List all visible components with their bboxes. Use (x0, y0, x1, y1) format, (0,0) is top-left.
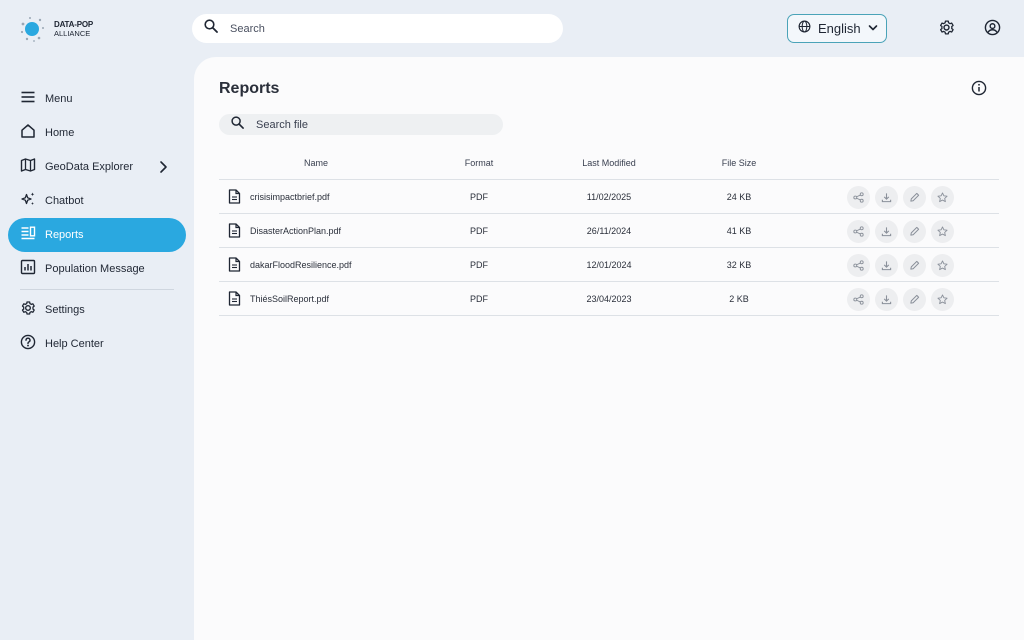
home-icon (20, 123, 36, 144)
sidebar-item-geodata-explorer[interactable]: GeoData Explorer (8, 150, 186, 184)
column-header-name[interactable]: Name (304, 158, 328, 168)
star-icon[interactable] (931, 186, 954, 209)
row-actions (847, 288, 954, 311)
share-icon[interactable] (847, 254, 870, 277)
file-size: 2 KB (729, 294, 749, 304)
file-name[interactable]: crisisimpactbrief.pdf (250, 192, 330, 202)
gear-icon[interactable] (936, 17, 956, 37)
star-icon[interactable] (931, 220, 954, 243)
logo[interactable]: DATA-POP ALLIANCE (18, 14, 93, 44)
sparkle-icon (20, 191, 36, 212)
file-search-input[interactable]: Search file (219, 114, 503, 135)
download-icon[interactable] (875, 288, 898, 311)
sidebar-item-label: Home (45, 127, 75, 139)
file-last-modified: 11/02/2025 (586, 192, 632, 202)
chevron-down-icon (868, 20, 878, 38)
column-header-last-modified[interactable]: Last Modified (582, 158, 636, 168)
user-icon[interactable] (982, 17, 1002, 37)
file-size: 24 KB (726, 192, 752, 202)
file-name[interactable]: DisasterActionPlan.pdf (250, 226, 341, 236)
file-format: PDF (470, 226, 488, 236)
globe-icon (798, 20, 811, 38)
global-search-input[interactable]: Search (192, 14, 563, 43)
file-icon (228, 223, 241, 243)
table-header: Name Format Last Modified File Size (219, 151, 999, 180)
hamburger-icon (20, 89, 36, 110)
file-last-modified: 26/11/2024 (586, 226, 632, 236)
share-icon[interactable] (847, 288, 870, 311)
share-icon[interactable] (847, 186, 870, 209)
sidebar-item-label: Population Message (45, 263, 145, 275)
sidebar-item-label: Reports (45, 229, 84, 241)
logo-line1: DATA-POP (54, 20, 93, 29)
logo-mark-icon (18, 14, 48, 44)
search-icon (231, 115, 244, 134)
file-name[interactable]: ThiésSoilReport.pdf (250, 294, 329, 304)
file-size: 32 KB (726, 260, 752, 270)
file-icon (228, 189, 241, 209)
sidebar-item-menu[interactable]: Menu (8, 82, 186, 116)
map-icon (20, 157, 36, 178)
language-label: English (818, 21, 861, 36)
gear-icon (20, 300, 36, 321)
sidebar: Menu Home GeoData Explorer Chatbot Repor… (8, 82, 186, 361)
table-row[interactable]: ThiésSoilReport.pdf PDF 23/04/2023 2 KB (219, 282, 999, 316)
edit-icon[interactable] (903, 254, 926, 277)
main-panel: Reports Search file Name Format Last Mod… (194, 57, 1024, 640)
edit-icon[interactable] (903, 186, 926, 209)
logo-line2: ALLIANCE (54, 29, 91, 38)
reports-table: Name Format Last Modified File Size cris… (219, 151, 999, 316)
file-icon (228, 257, 241, 277)
file-format: PDF (470, 192, 488, 202)
page-title: Reports (219, 80, 280, 97)
sidebar-item-label: Settings (45, 304, 85, 316)
download-icon[interactable] (875, 186, 898, 209)
edit-icon[interactable] (903, 220, 926, 243)
sidebar-divider (20, 289, 174, 290)
column-header-file-size[interactable]: File Size (722, 158, 757, 168)
chart-icon (20, 259, 36, 280)
star-icon[interactable] (931, 288, 954, 311)
table-row[interactable]: DisasterActionPlan.pdf PDF 26/11/2024 41… (219, 214, 999, 248)
search-placeholder: Search (230, 22, 265, 35)
search-icon (204, 19, 218, 38)
sidebar-item-label: Help Center (45, 338, 104, 350)
sidebar-item-home[interactable]: Home (8, 116, 186, 150)
star-icon[interactable] (931, 254, 954, 277)
file-format: PDF (470, 260, 488, 270)
info-icon[interactable] (971, 80, 987, 101)
file-search-placeholder: Search file (256, 118, 308, 131)
column-header-format[interactable]: Format (465, 158, 494, 168)
sidebar-item-help-center[interactable]: Help Center (8, 327, 186, 361)
sidebar-item-population-message[interactable]: Population Message (8, 252, 186, 286)
file-size: 41 KB (726, 226, 752, 236)
download-icon[interactable] (875, 220, 898, 243)
file-format: PDF (470, 294, 488, 304)
reports-icon (20, 225, 36, 246)
sidebar-item-label: Menu (45, 93, 73, 105)
sidebar-item-settings[interactable]: Settings (8, 293, 186, 327)
chevron-right-icon (158, 160, 168, 179)
edit-icon[interactable] (903, 288, 926, 311)
sidebar-item-label: Chatbot (45, 195, 84, 207)
row-actions (847, 220, 954, 243)
table-row[interactable]: crisisimpactbrief.pdf PDF 11/02/2025 24 … (219, 180, 999, 214)
table-row[interactable]: dakarFloodResilience.pdf PDF 12/01/2024 … (219, 248, 999, 282)
sidebar-item-label: GeoData Explorer (45, 161, 134, 173)
file-last-modified: 12/01/2024 (586, 260, 632, 270)
file-name[interactable]: dakarFloodResilience.pdf (250, 260, 352, 270)
help-icon (20, 334, 36, 355)
sidebar-item-chatbot[interactable]: Chatbot (8, 184, 186, 218)
row-actions (847, 254, 954, 277)
file-last-modified: 23/04/2023 (586, 294, 632, 304)
language-select[interactable]: English (787, 14, 887, 43)
file-icon (228, 291, 241, 311)
row-actions (847, 186, 954, 209)
sidebar-item-reports[interactable]: Reports (8, 218, 186, 252)
share-icon[interactable] (847, 220, 870, 243)
download-icon[interactable] (875, 254, 898, 277)
